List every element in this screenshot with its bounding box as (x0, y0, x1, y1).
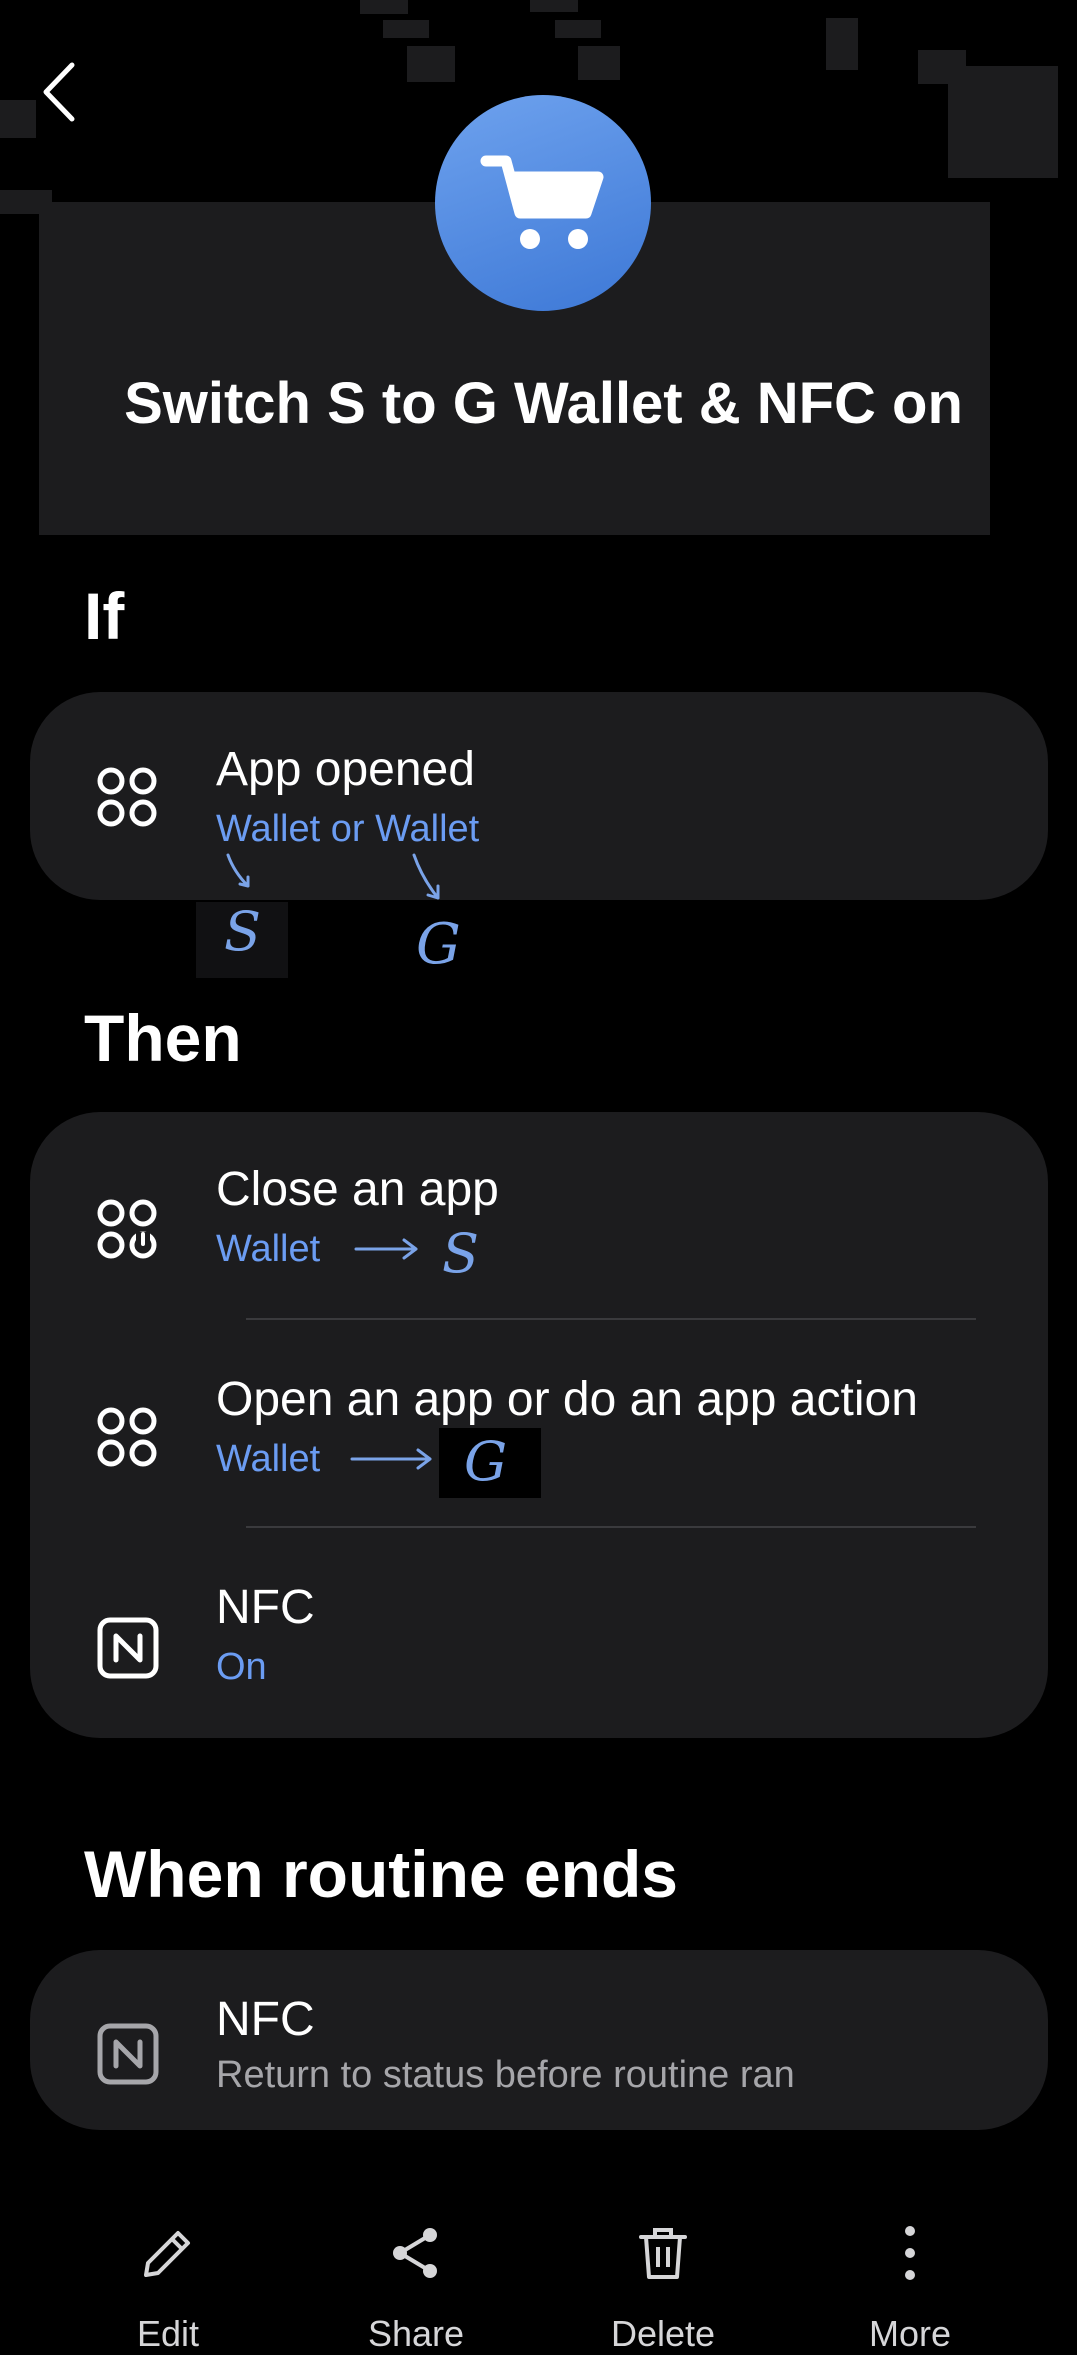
condition-card[interactable]: App opened Wallet or Wallet (30, 692, 1048, 900)
redaction-block (383, 20, 429, 38)
chevron-left-icon (43, 62, 75, 122)
redaction-block (530, 0, 578, 12)
ends-item-title: NFC (216, 1993, 315, 2046)
handwritten-g: G (464, 1430, 508, 1493)
handwritten-arrow (226, 853, 250, 888)
condition-title: App opened (216, 743, 475, 796)
condition-subtitle: Wallet or Wallet (216, 808, 480, 850)
apps-icon (97, 767, 157, 827)
action-title: Open an app or do an app action (216, 1373, 918, 1426)
trash-icon (639, 2228, 687, 2279)
then-heading: Then (84, 1001, 242, 1075)
ends-nfc-item[interactable]: NFC Return to status before routine ran (30, 1950, 1048, 2130)
nfc-icon (97, 1617, 159, 1679)
actions-card: Close an app Wallet S Open an app or do … (30, 1112, 1048, 1738)
apps-icon (97, 1407, 157, 1467)
action-title: Close an app (216, 1163, 499, 1216)
edit-label: Edit (136, 2313, 200, 2354)
action-subtitle: On (216, 1646, 267, 1688)
ends-item-subtitle: Return to status before routine ran (216, 2054, 795, 2096)
handwritten-arrow (354, 1238, 418, 1260)
redaction-block (407, 46, 455, 82)
redaction-block (826, 18, 858, 70)
back-button[interactable] (32, 55, 92, 130)
redaction-block (360, 0, 408, 14)
redaction-block (948, 66, 1058, 178)
handwritten-g: G (416, 912, 461, 977)
action-title: NFC (216, 1581, 315, 1634)
pencil-icon (144, 2231, 190, 2277)
routine-icon[interactable] (435, 95, 651, 311)
redaction-block (555, 20, 601, 38)
close-app-icon (97, 1199, 157, 1259)
routine-title[interactable]: Switch S to G Wallet & NFC on (120, 362, 967, 446)
redaction-block (0, 100, 36, 138)
condition-app-opened[interactable]: App opened Wallet or Wallet (30, 692, 1048, 900)
delete-label: Delete (610, 2313, 716, 2354)
routine-ends-heading: When routine ends (84, 1837, 678, 1911)
action-nfc[interactable]: NFC On (30, 1528, 1048, 1738)
handwritten-arrow (412, 853, 440, 900)
handwritten-arrow (350, 1448, 432, 1470)
share-icon (393, 2228, 437, 2278)
more-vertical-icon (905, 2226, 915, 2280)
share-label: Share (367, 2313, 465, 2354)
more-label: More (868, 2313, 952, 2354)
shopping-cart-icon (480, 155, 604, 249)
action-subtitle: Wallet (216, 1438, 321, 1480)
nfc-icon (97, 2023, 159, 2085)
action-close-app[interactable]: Close an app Wallet S (30, 1112, 1048, 1322)
action-subtitle: Wallet (216, 1228, 321, 1270)
handwritten-s: S (224, 900, 261, 963)
action-open-app[interactable]: Open an app or do an app action Wallet G (30, 1320, 1048, 1530)
if-heading: If (84, 579, 125, 653)
bottom-action-bar: Edit Share Delete More (0, 2195, 1077, 2354)
redaction-block (578, 46, 620, 80)
routine-ends-card[interactable]: NFC Return to status before routine ran (30, 1950, 1048, 2130)
handwritten-s: S (442, 1222, 479, 1285)
